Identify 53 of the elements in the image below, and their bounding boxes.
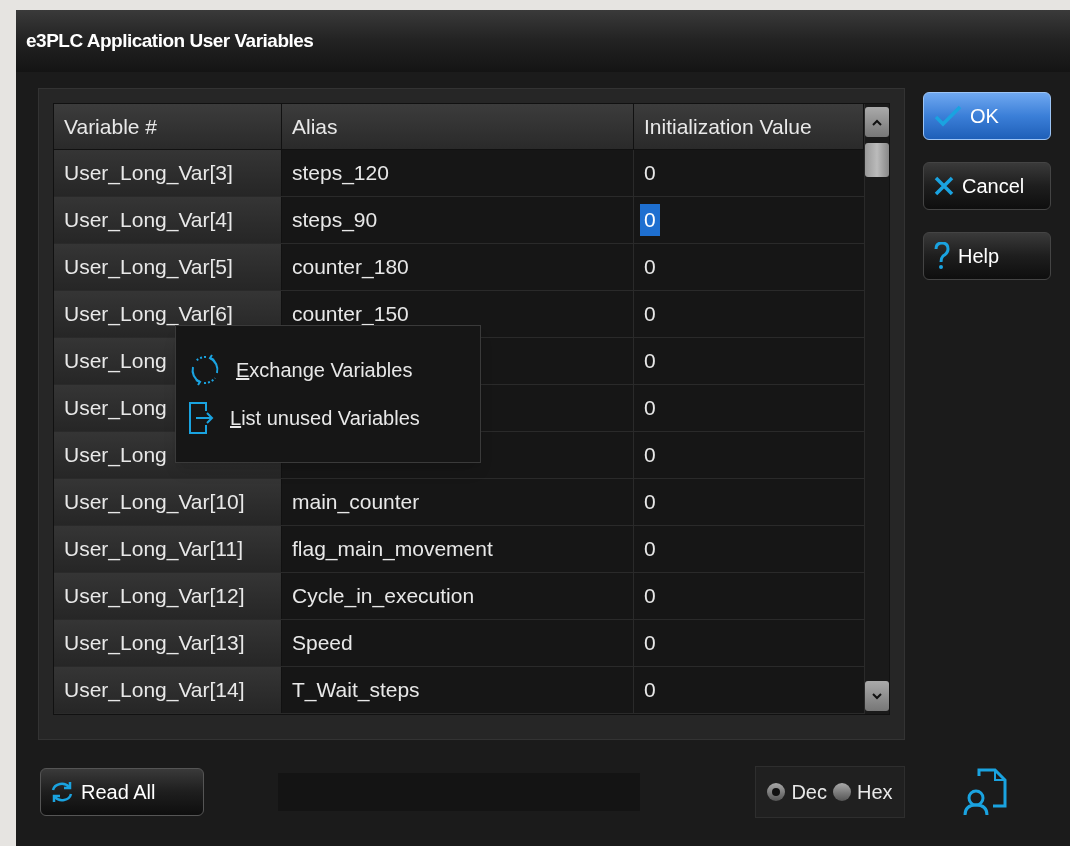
row-header-cell: User_Long_Var[13]	[54, 620, 282, 666]
table-cell-text: Speed	[291, 630, 354, 657]
scroll-down-button[interactable]	[865, 681, 889, 711]
table-cell-text: Cycle_in_execution	[291, 583, 476, 610]
table-cell-text: 0	[643, 348, 657, 375]
radio-option[interactable]: Dec	[767, 777, 827, 807]
column-header[interactable]: Alias	[282, 104, 634, 150]
table-cell-text: T_Wait_steps	[291, 677, 421, 704]
radio-option[interactable]: Hex	[833, 777, 893, 807]
window-title: e3PLC Application User Variables	[26, 28, 314, 53]
table-cell-text: counter_150	[291, 301, 410, 328]
ok-button[interactable]: OK	[923, 92, 1051, 140]
table-cell-text: steps_120	[291, 160, 390, 187]
column-header[interactable]: Initialization Value	[634, 104, 864, 150]
caret-down-icon	[872, 692, 882, 700]
scrollbar[interactable]	[864, 104, 889, 714]
column-header[interactable]: Variable #	[54, 104, 282, 150]
check-icon	[934, 105, 962, 127]
row-header-cell: User_Long_Var[5]	[54, 244, 282, 290]
refresh-icon	[51, 780, 73, 804]
radio-button[interactable]	[767, 783, 786, 801]
table-cell-text: 0	[643, 254, 657, 281]
help-button[interactable]: Help	[923, 232, 1051, 280]
table-cell-text: 0	[643, 442, 657, 469]
radio-button[interactable]	[833, 783, 851, 801]
caret-up-icon	[872, 118, 882, 126]
table-cell-text: main_counter	[291, 489, 421, 516]
row-header-cell: User_Long_Var[10]	[54, 479, 282, 525]
table-cell-text: flag_main_movement	[291, 536, 494, 563]
table-cell-text: 0	[643, 301, 657, 328]
table-cell-text: 0	[643, 536, 657, 563]
table-cell-text: 0	[643, 677, 657, 704]
table-cell-text: 0	[643, 489, 657, 516]
table-cell-text: 0	[643, 395, 657, 422]
scroll-thumb[interactable]	[865, 143, 889, 177]
table-cell-text: counter_180	[291, 254, 410, 281]
table-cell-text: 0	[643, 160, 657, 187]
row-header-cell: User_Long_Var[4]	[54, 197, 282, 243]
table-cell: 0	[640, 204, 660, 236]
row-header-cell: User_Long_Var[3]	[54, 150, 282, 196]
cancel-button[interactable]: Cancel	[923, 162, 1051, 210]
read-all-button[interactable]: Read All	[40, 768, 204, 816]
close-icon	[934, 176, 954, 196]
row-header-cell: User_Long_Var[11]	[54, 526, 282, 572]
help-icon	[934, 242, 950, 270]
export-icon	[188, 401, 216, 435]
table-cell-text: 0	[643, 583, 657, 610]
row-header-cell: User_Long_Var[12]	[54, 573, 282, 619]
table-cell-text: steps_90	[291, 207, 379, 234]
user-document-icon[interactable]	[963, 768, 1007, 816]
table-cell-text: 0	[643, 630, 657, 657]
row-header-cell: User_Long_Var[14]	[54, 667, 282, 713]
scroll-up-button[interactable]	[865, 107, 889, 137]
